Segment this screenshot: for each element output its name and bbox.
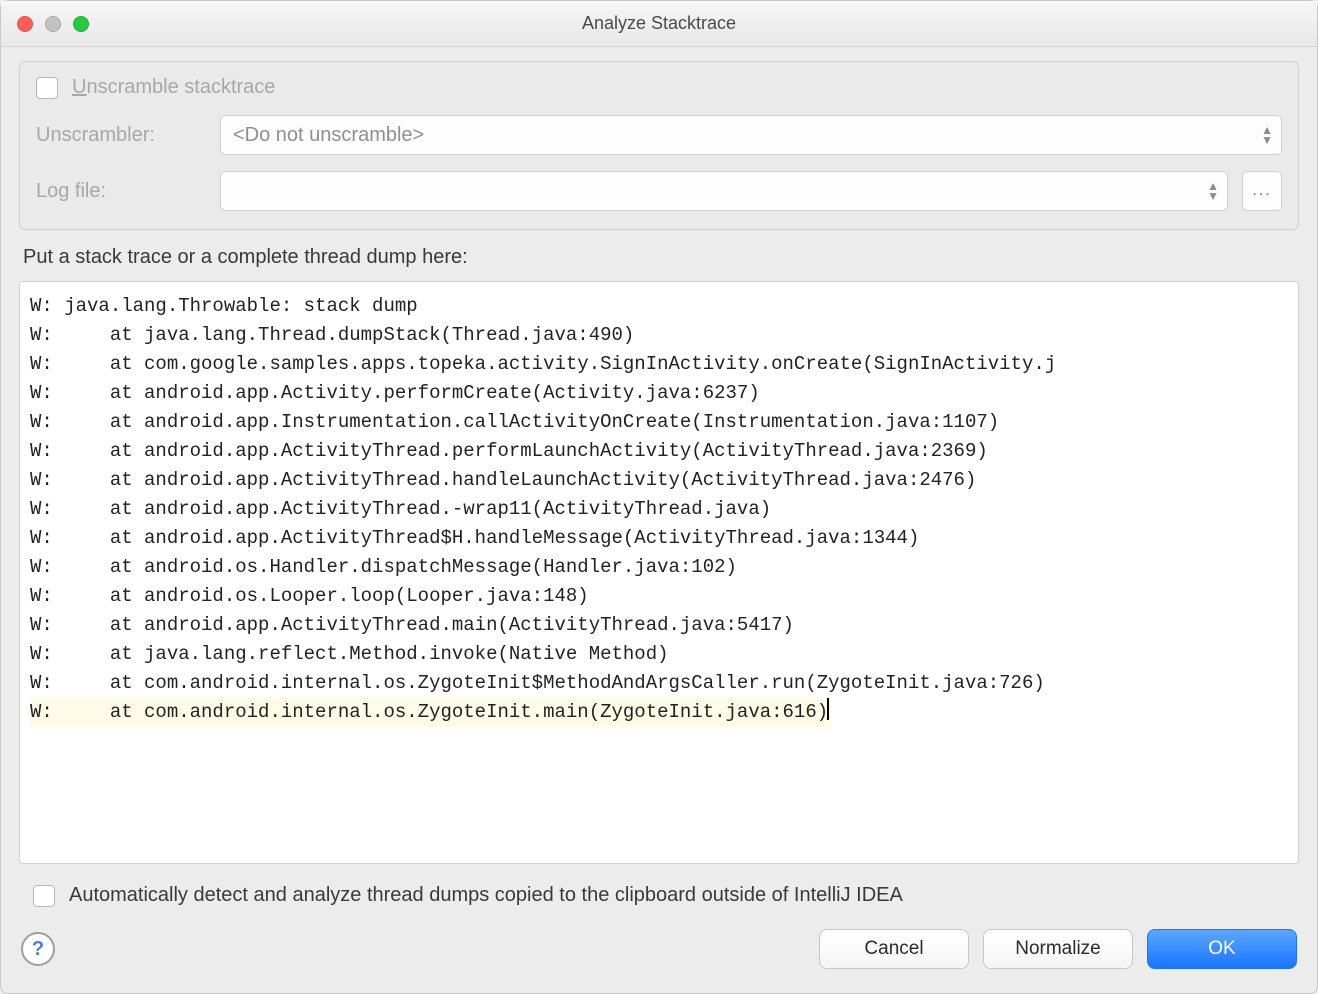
button-bar: ? Cancel Normalize OK [19, 921, 1299, 979]
unscrambler-combo[interactable]: <Do not unscramble> ▲▼ [220, 115, 1282, 155]
stacktrace-line: W: at java.lang.Thread.dumpStack(Thread.… [30, 321, 1292, 350]
stacktrace-line: W: at android.os.Handler.dispatchMessage… [30, 553, 1292, 582]
unscrambler-value: <Do not unscramble> [233, 124, 424, 147]
unscramble-panel: Unscramble stacktrace Unscrambler: <Do n… [19, 61, 1299, 230]
help-button[interactable]: ? [21, 932, 55, 966]
stacktrace-line: W: at com.android.internal.os.ZygoteInit… [30, 669, 1292, 698]
ellipsis-icon: ... [1252, 182, 1271, 200]
logfile-field[interactable]: ▲▼ [220, 171, 1228, 211]
help-icon: ? [32, 938, 44, 961]
stacktrace-line: W: at android.app.Instrumentation.callAc… [30, 408, 1292, 437]
stacktrace-line: W: at android.app.Activity.performCreate… [30, 379, 1292, 408]
window-controls [17, 16, 89, 32]
browse-button[interactable]: ... [1242, 171, 1282, 211]
stacktrace-line: W: at android.app.ActivityThread.handleL… [30, 466, 1292, 495]
logfile-label: Log file: [36, 180, 206, 203]
cancel-button[interactable]: Cancel [819, 929, 969, 969]
stacktrace-line: W: at android.os.Looper.loop(Looper.java… [30, 582, 1292, 611]
minimize-icon[interactable] [45, 16, 61, 32]
unscramble-checkbox-label: Unscramble stacktrace [72, 76, 275, 99]
unscramble-checkbox[interactable] [36, 77, 58, 99]
instruction-label: Put a stack trace or a complete thread d… [19, 240, 1299, 271]
autodetect-checkbox[interactable] [33, 885, 55, 907]
ok-label: OK [1208, 938, 1235, 960]
close-icon[interactable] [17, 16, 33, 32]
stacktrace-line: W: java.lang.Throwable: stack dump [30, 292, 1292, 321]
titlebar: Analyze Stacktrace [1, 1, 1317, 47]
stacktrace-line: W: at com.android.internal.os.ZygoteInit… [30, 698, 831, 727]
autodetect-label: Automatically detect and analyze thread … [69, 884, 903, 907]
stacktrace-line: W: at android.app.ActivityThread.main(Ac… [30, 611, 1292, 640]
autodetect-row: Automatically detect and analyze thread … [19, 874, 1299, 911]
zoom-icon[interactable] [73, 16, 89, 32]
unscrambler-label: Unscrambler: [36, 124, 206, 147]
cancel-label: Cancel [864, 938, 923, 960]
stacktrace-line: W: at java.lang.reflect.Method.invoke(Na… [30, 640, 1292, 669]
dialog-content: Unscramble stacktrace Unscrambler: <Do n… [1, 47, 1317, 993]
window-title: Analyze Stacktrace [1, 13, 1317, 34]
chevron-updown-icon: ▲▼ [1261, 126, 1273, 144]
normalize-label: Normalize [1015, 938, 1101, 960]
stacktrace-line: W: at android.app.ActivityThread.-wrap11… [30, 495, 1292, 524]
stacktrace-line: W: at com.google.samples.apps.topeka.act… [30, 350, 1292, 379]
stacktrace-line: W: at android.app.ActivityThread$H.handl… [30, 524, 1292, 553]
stacktrace-textarea[interactable]: W: java.lang.Throwable: stack dumpW: at … [19, 281, 1299, 864]
text-caret [827, 698, 829, 720]
stacktrace-line: W: at android.app.ActivityThread.perform… [30, 437, 1292, 466]
normalize-button[interactable]: Normalize [983, 929, 1133, 969]
ok-button[interactable]: OK [1147, 929, 1297, 969]
chevron-updown-icon: ▲▼ [1207, 182, 1219, 200]
